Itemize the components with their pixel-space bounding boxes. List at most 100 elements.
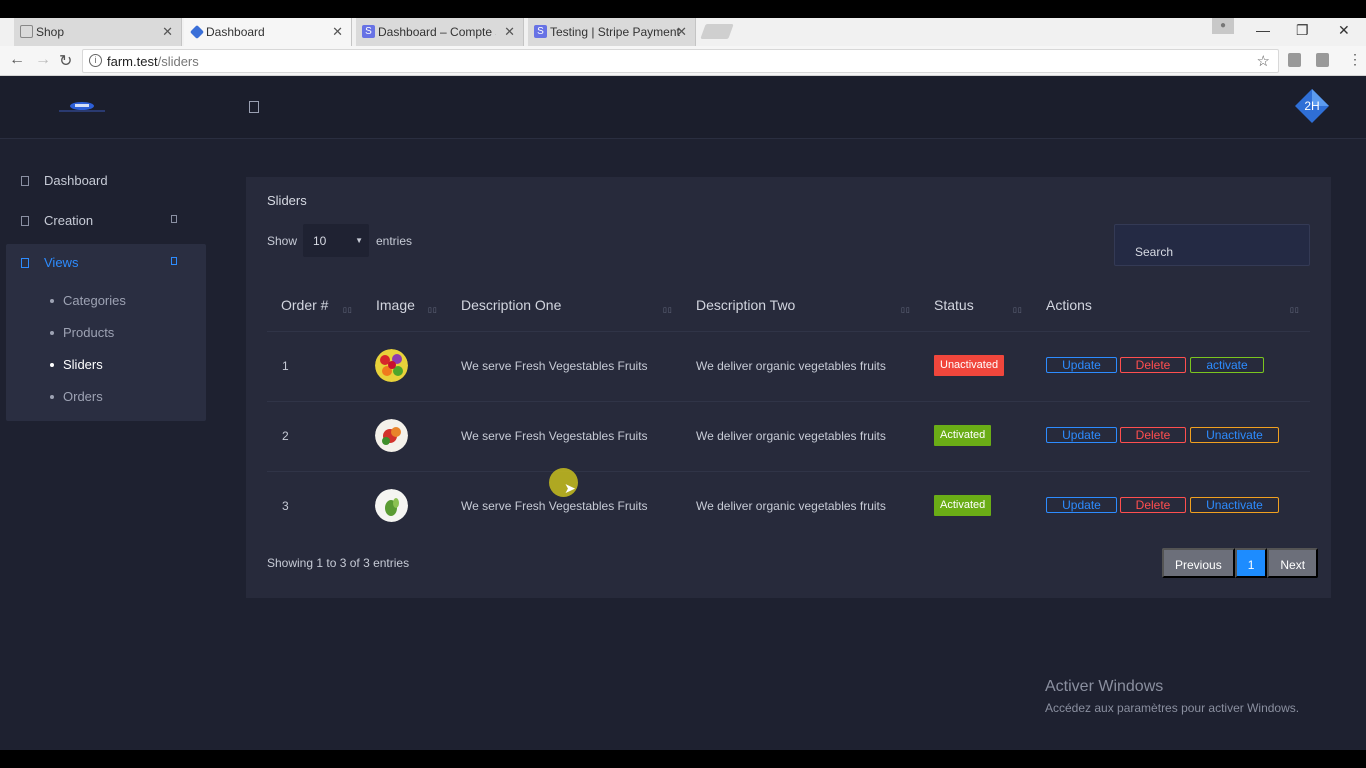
- brand-logo[interactable]: [57, 100, 107, 114]
- top-navbar: 2H: [0, 76, 1366, 139]
- sidebar-subitem-products[interactable]: Products: [63, 325, 114, 340]
- bullet-icon: [50, 363, 54, 367]
- caret-down-icon: ▼: [355, 236, 363, 245]
- column-header-actions[interactable]: Actions: [1046, 297, 1092, 313]
- chevron-icon: [171, 257, 177, 265]
- showing-entries-text: Showing 1 to 3 of 3 entries: [267, 556, 410, 570]
- stripe-icon: S: [362, 25, 375, 38]
- info-icon[interactable]: i: [89, 54, 102, 67]
- tab-label: Dashboard: [206, 25, 265, 39]
- column-header-status[interactable]: Status: [934, 297, 974, 313]
- description-two-cell: We deliver organic vegetables fruits: [696, 359, 886, 373]
- column-header-order[interactable]: Order #: [281, 297, 328, 313]
- avatar[interactable]: 2H: [1294, 88, 1330, 124]
- page-button-1[interactable]: 1: [1234, 548, 1268, 578]
- entries-select[interactable]: 10 ▼: [303, 224, 369, 257]
- bullet-icon: [50, 395, 54, 399]
- tab-dashboard[interactable]: Dashboard ✕: [184, 18, 352, 46]
- update-button[interactable]: Update: [1046, 497, 1117, 513]
- tab-dashboard-compte[interactable]: S Dashboard – Compte sar ✕: [356, 18, 524, 46]
- extension-icon[interactable]: [1288, 53, 1301, 67]
- admin-app: 2H Dashboard Creation Views Categories P…: [0, 76, 1366, 750]
- url-path: /sliders: [157, 53, 199, 69]
- sidebar-subitem-orders[interactable]: Orders: [63, 389, 103, 404]
- unactivate-button[interactable]: Unactivate: [1190, 497, 1279, 513]
- svg-text:2H: 2H: [1304, 99, 1319, 113]
- views-icon: [21, 258, 29, 268]
- close-icon[interactable]: ✕: [332, 24, 343, 40]
- screen: Shop ✕ Dashboard ✕ S Dashboard – Compte …: [0, 0, 1366, 768]
- tab-label: Dashboard – Compte sar: [378, 25, 496, 39]
- window-close-icon[interactable]: ✕: [1338, 22, 1350, 39]
- description-one-cell: We serve Fresh Vegestables Fruits: [461, 499, 648, 513]
- update-button[interactable]: Update: [1046, 357, 1117, 373]
- sidebar-item-creation[interactable]: Creation: [0, 202, 205, 240]
- tab-label: Testing | Stripe Payments: [550, 25, 680, 39]
- sort-icon[interactable]: ▯▯: [663, 306, 673, 314]
- diamond-icon: [189, 24, 205, 40]
- reload-icon[interactable]: ↻: [59, 51, 72, 71]
- slider-image: [375, 489, 408, 522]
- browser-tab-bar: Shop ✕ Dashboard ✕ S Dashboard – Compte …: [0, 18, 1366, 46]
- sort-icon[interactable]: ▯▯: [428, 306, 438, 314]
- close-icon[interactable]: ✕: [162, 24, 173, 40]
- sidebar-item-views[interactable]: Views: [6, 244, 206, 282]
- entries-value: 10: [313, 234, 327, 248]
- search-input[interactable]: [1114, 224, 1310, 266]
- slider-image: [375, 349, 408, 382]
- bookmark-star-icon[interactable]: ☆: [1257, 52, 1270, 70]
- previous-button[interactable]: Previous: [1162, 548, 1235, 578]
- close-icon[interactable]: ✕: [676, 24, 687, 40]
- creation-icon: [21, 216, 29, 226]
- tab-shop[interactable]: Shop ✕: [14, 18, 182, 46]
- sort-icon[interactable]: ▯▯: [1013, 306, 1023, 314]
- sidebar-toggle-icon[interactable]: [249, 101, 259, 113]
- sort-icon[interactable]: ▯▯: [901, 306, 911, 314]
- extension-icon[interactable]: [1316, 53, 1329, 67]
- order-cell: 3: [282, 499, 289, 513]
- delete-button[interactable]: Delete: [1120, 427, 1186, 443]
- status-badge: Unactivated: [934, 355, 1005, 376]
- sidebar-views-panel: Views Categories Products Sliders Orders: [6, 244, 206, 421]
- activate-button[interactable]: activate: [1190, 357, 1264, 373]
- unactivate-button[interactable]: Unactivate: [1190, 427, 1279, 443]
- row-divider: [267, 401, 1310, 402]
- column-header-image[interactable]: Image: [376, 297, 415, 313]
- status-badge: Activated: [934, 495, 992, 516]
- sort-icon[interactable]: ▯▯: [1290, 306, 1300, 314]
- show-label: Show: [267, 234, 298, 248]
- sidebar-subitem-sliders[interactable]: Sliders: [63, 357, 103, 372]
- close-icon[interactable]: ✕: [504, 24, 515, 40]
- restore-icon[interactable]: ❐: [1296, 22, 1309, 39]
- description-two-cell: We deliver organic vegetables fruits: [696, 499, 886, 513]
- tab-stripe-payments[interactable]: S Testing | Stripe Payments ✕: [528, 18, 696, 46]
- sort-icon[interactable]: ▯▯: [343, 306, 353, 314]
- sidebar-item-label: Creation: [44, 213, 94, 228]
- description-one-cell: We serve Fresh Vegestables Fruits: [461, 359, 648, 373]
- chevron-icon: [171, 215, 177, 223]
- column-header-description-two[interactable]: Description Two: [696, 297, 795, 313]
- mouse-pointer-icon: ➤: [564, 480, 576, 496]
- delete-button[interactable]: Delete: [1120, 497, 1186, 513]
- page-icon: [20, 25, 33, 38]
- profile-icon[interactable]: ●: [1212, 18, 1234, 34]
- back-icon[interactable]: ←: [9, 51, 25, 69]
- activation-watermark-title: Activer Windows: [1045, 678, 1164, 695]
- new-tab-button[interactable]: [700, 24, 734, 39]
- sidebar-subitem-categories[interactable]: Categories: [63, 293, 126, 308]
- next-button[interactable]: Next: [1267, 548, 1319, 578]
- forward-icon[interactable]: →: [35, 51, 51, 69]
- update-button[interactable]: Update: [1046, 427, 1117, 443]
- entries-label: entries: [376, 234, 413, 248]
- description-two-cell: We deliver organic vegetables fruits: [696, 429, 886, 443]
- sidebar-item-dashboard[interactable]: Dashboard: [0, 162, 205, 200]
- bullet-icon: [50, 299, 54, 303]
- url-input[interactable]: i farm.test/sliders ☆: [82, 49, 1279, 73]
- column-header-description-one[interactable]: Description One: [461, 297, 561, 313]
- url-host: farm.test: [107, 53, 158, 69]
- delete-button[interactable]: Delete: [1120, 357, 1186, 373]
- minimize-icon[interactable]: —: [1256, 22, 1270, 38]
- row-divider: [267, 471, 1310, 472]
- menu-icon[interactable]: ⋮: [1348, 51, 1362, 68]
- bullet-icon: [50, 331, 54, 335]
